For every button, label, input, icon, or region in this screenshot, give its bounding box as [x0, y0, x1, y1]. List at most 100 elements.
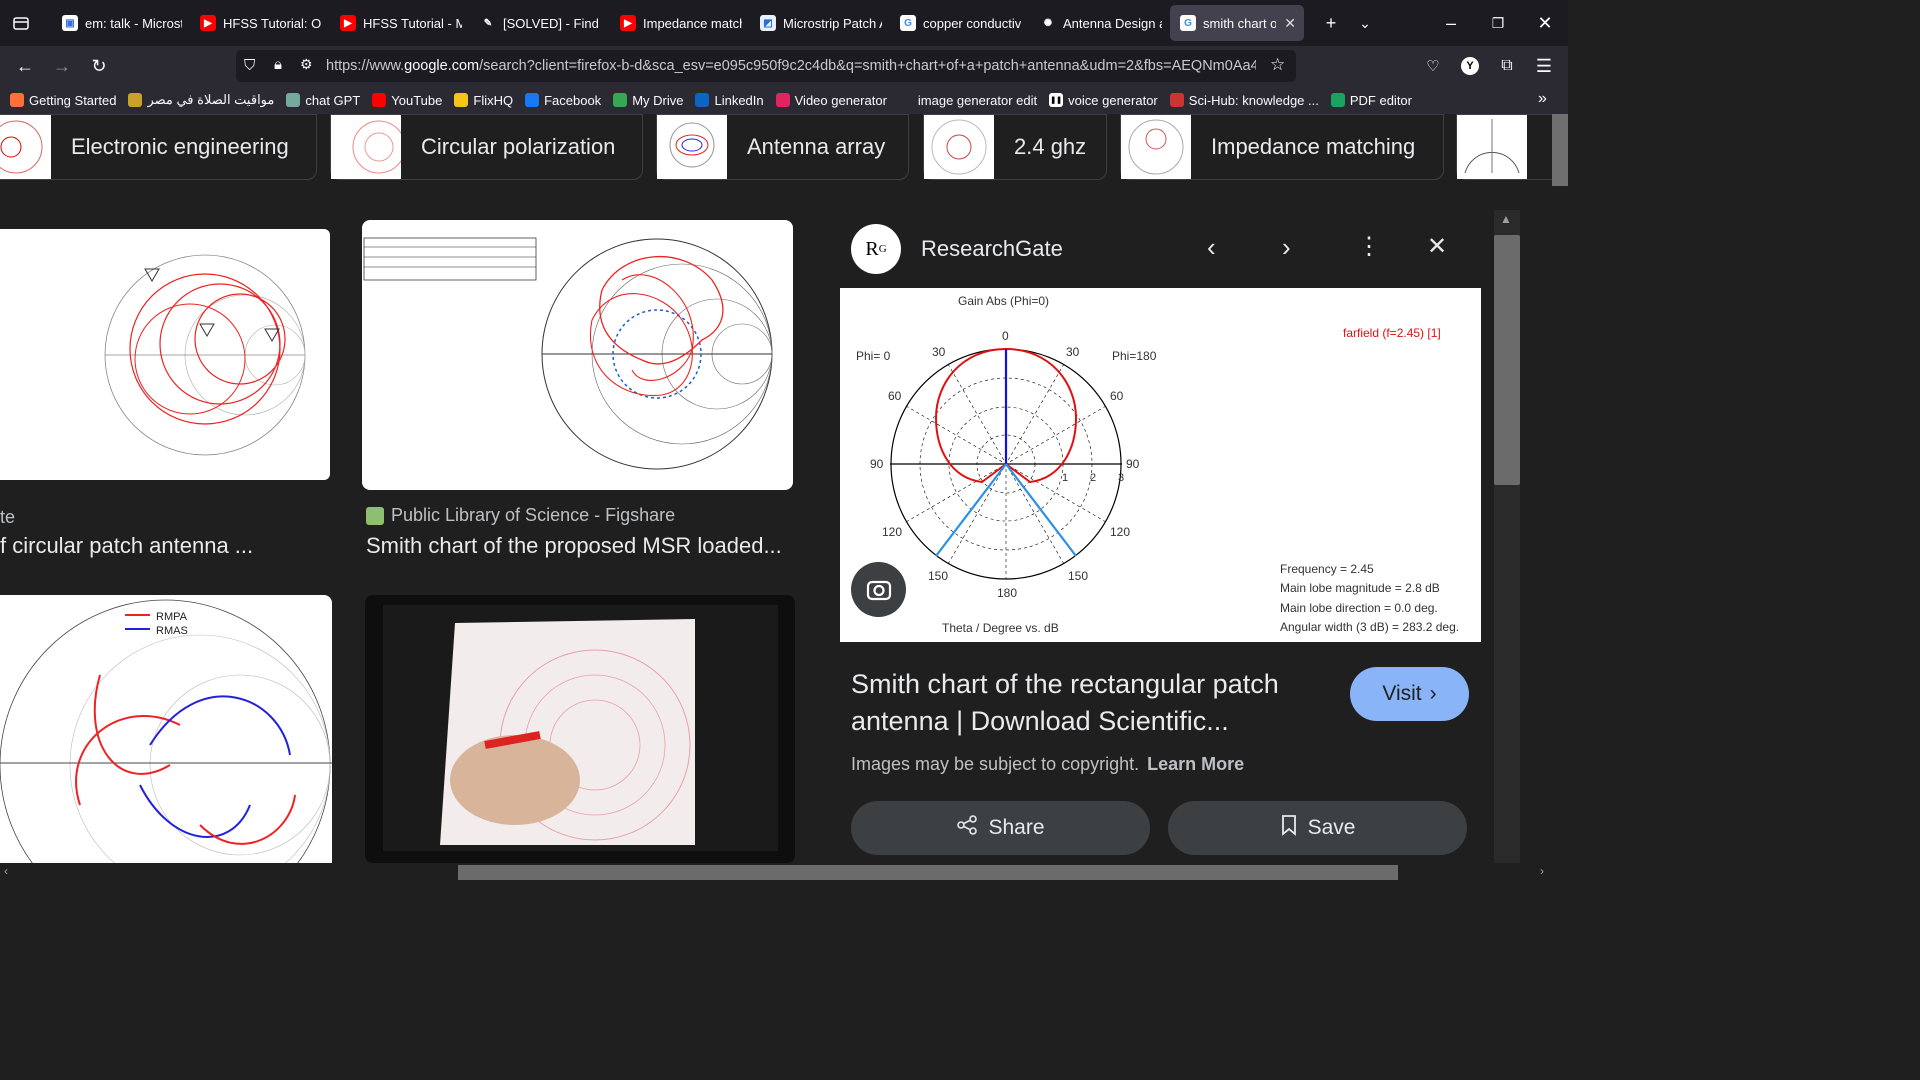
chip-electronic-engineering[interactable]: Electronic engineering [0, 114, 317, 180]
bookmark-openai[interactable]: chat GPT [286, 93, 360, 108]
site-icon: ◩ [760, 15, 776, 31]
result-title-2[interactable]: Smith chart of the proposed MSR loaded..… [366, 533, 782, 559]
chip-impedance-matching[interactable]: Impedance matching [1120, 114, 1444, 180]
firefox-icon [10, 93, 24, 107]
reload-icon[interactable]: ↻ [82, 49, 116, 83]
close-window-icon[interactable]: ✕ [1528, 6, 1562, 40]
chip-next[interactable] [1456, 114, 1552, 180]
bookmark-facebook[interactable]: Facebook [525, 93, 601, 108]
app-menu-icon[interactable]: ☰ [1527, 49, 1561, 83]
flix-icon [454, 93, 469, 107]
openai-icon: ✺ [1040, 15, 1056, 31]
bookmark-flix[interactable]: FlixHQ [454, 93, 513, 108]
bookmark-drive[interactable]: My Drive [613, 93, 683, 108]
video-icon [775, 93, 790, 107]
new-tab-icon[interactable]: + [1314, 6, 1348, 40]
pocket-icon[interactable]: ♡ [1416, 49, 1450, 83]
scroll-left-icon[interactable]: ‹ [4, 864, 8, 878]
result-source-2[interactable]: Public Library of Science - Figshare [366, 505, 675, 526]
page-vertical-scrollbar-thumb[interactable] [1552, 114, 1568, 186]
researchgate-logo: RG [851, 224, 901, 274]
result-image-2[interactable] [362, 220, 793, 490]
chip-circular-polarization[interactable]: Circular polarization [330, 114, 643, 180]
prev-image-icon[interactable]: ‹ [1207, 232, 1216, 263]
back-icon[interactable]: ← [8, 49, 42, 83]
bookmark-linkedin[interactable]: LinkedIn [695, 93, 764, 108]
bookmark-icon [1280, 814, 1298, 842]
tab-label: smith chart of [1203, 15, 1277, 31]
result-title-1[interactable]: f circular patch antenna ... [0, 533, 253, 559]
tracking-protection-icon[interactable]: ⛉ [244, 57, 255, 74]
source-label: te [0, 507, 16, 527]
tab-5[interactable]: ▶ Impedance match [610, 5, 750, 41]
account-avatar[interactable]: Y [1453, 49, 1487, 83]
chip-label: Antenna array [747, 134, 886, 159]
bookmark-mosque[interactable]: مواقيت الصلاة في مصر [128, 92, 274, 108]
chip-antenna-array[interactable]: Antenna array [656, 114, 909, 180]
tab-7[interactable]: Gcopper conductiv [890, 5, 1030, 41]
forward-icon[interactable]: → [45, 49, 79, 83]
tab-1[interactable]: ▣ em: talk - Microst [52, 5, 190, 41]
lens-search-icon[interactable] [851, 562, 906, 617]
page-horizontal-scrollbar[interactable]: ‹ › [0, 863, 1568, 882]
tab-list-chevron-icon[interactable]: ⌄ [1348, 6, 1382, 40]
panel-title-line1[interactable]: Smith chart of the rectangular patch [851, 666, 1321, 703]
bookmark-voice[interactable]: ❚❚ voice generator [1049, 93, 1158, 108]
visit-button[interactable]: Visit › [1350, 667, 1469, 721]
next-image-icon[interactable]: › [1282, 232, 1291, 263]
figure-farfield-label: farfield (f=2.45) [1] [1343, 326, 1441, 340]
bookmark-scihub[interactable]: Sci-Hub: knowledge ... [1169, 93, 1319, 108]
bookmark-label: FlixHQ [473, 92, 514, 108]
angle-label: 90 [1126, 457, 1140, 471]
bookmark-label: Getting Started [29, 92, 117, 108]
bookmark-star-icon[interactable]: ☆ [1270, 55, 1285, 75]
bookmark-image[interactable]: image generator edit [898, 93, 1037, 108]
bookmark-pdf[interactable]: PDF editor [1330, 93, 1412, 108]
share-button[interactable]: Share [851, 801, 1150, 855]
close-panel-icon[interactable]: ✕ [1427, 232, 1447, 261]
panel-source[interactable]: ResearchGate [921, 236, 1063, 262]
tab-9[interactable]: Gsmith chart of ✕ [1170, 5, 1304, 41]
save-button[interactable]: Save [1168, 801, 1467, 855]
tab-2[interactable]: ▶ HFSS Tutorial: Op [190, 5, 330, 41]
scihub-icon [1169, 93, 1184, 107]
panel-title-line2[interactable]: antenna | Download Scientific... [851, 703, 1321, 740]
more-bookmarks-icon[interactable]: » [1538, 90, 1547, 108]
panel-scrollbar-thumb[interactable] [1494, 235, 1520, 485]
tab-label: em: talk - Microst [85, 15, 182, 31]
learn-more-link[interactable]: Learn More [1147, 754, 1244, 774]
url-text[interactable]: https://www.google.com/search?client=fir… [326, 58, 1256, 74]
ring-label: 3 [1118, 472, 1124, 484]
page-vertical-scrollbar[interactable] [1552, 114, 1568, 863]
tab-4[interactable]: ✎ [SOLVED] - Find t [470, 5, 610, 41]
ring-label: 1 [1062, 472, 1068, 484]
result-image-3[interactable]: RMPA RMAS [0, 595, 332, 863]
scroll-right-icon[interactable]: › [1540, 864, 1544, 878]
result-image-1[interactable] [0, 229, 330, 480]
bookmark-firefox[interactable]: Getting Started [10, 93, 116, 108]
tab-label: Microstrip Patch A [783, 15, 882, 31]
preview-image[interactable]: Gain Abs (Phi=0) farfield (f=2.45) [1] P… [840, 288, 1481, 642]
restore-icon[interactable]: ❐ [1481, 6, 1515, 40]
tab-6[interactable]: ◩ Microstrip Patch A [750, 5, 890, 41]
horizontal-scrollbar-thumb[interactable] [458, 865, 1398, 880]
bookmark-label: Facebook [544, 92, 602, 108]
permissions-icon[interactable]: ⚙ [300, 56, 313, 73]
more-options-icon[interactable]: ⋮ [1357, 232, 1381, 261]
result-image-4[interactable] [365, 595, 795, 863]
minimize-icon[interactable]: – [1434, 6, 1468, 40]
tab-label: Antenna Design a [1063, 15, 1162, 31]
tab-8[interactable]: ✺ Antenna Design a [1030, 5, 1170, 41]
list-all-tabs-icon[interactable] [4, 6, 38, 40]
bookmark-video[interactable]: Video generator [775, 93, 887, 108]
bookmark-youtube[interactable]: YouTube [372, 93, 442, 108]
tab-3[interactable]: ▶ HFSS Tutorial - M [330, 5, 470, 41]
close-tab-icon[interactable]: ✕ [1284, 15, 1296, 32]
bookmark-label: voice generator [1068, 92, 1158, 108]
address-bar[interactable]: ⛉ 🔒︎ ⚙ https://www.google.com/search?cli… [236, 50, 1296, 82]
bookmarks-toolbar: Getting Started مواقيت الصلاة في مصر chat … [0, 86, 1568, 114]
chip-2-4-ghz[interactable]: 2.4 ghz [923, 114, 1107, 180]
result-source-1[interactable]: te [0, 507, 15, 528]
extensions-icon[interactable]: ⧉ [1490, 49, 1524, 83]
panel-scroll-up-icon[interactable]: ▲ [1500, 212, 1512, 226]
